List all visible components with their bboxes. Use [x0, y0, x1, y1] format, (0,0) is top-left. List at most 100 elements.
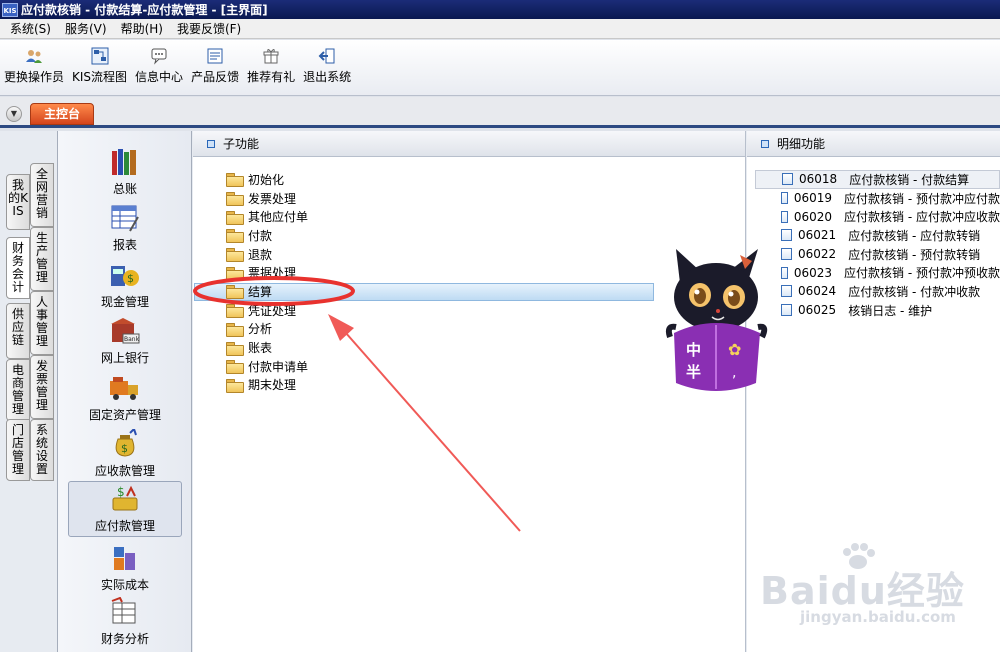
highlight-circle	[193, 276, 355, 306]
feedback-icon	[204, 46, 226, 66]
menu-bar: 系统(S) 服务(V) 帮助(H) 我要反馈(F)	[0, 19, 1000, 39]
folder-icon	[226, 229, 244, 244]
analysis-icon	[110, 595, 140, 627]
detail-item[interactable]: 06021 应付款核销 - 应付款转销	[755, 226, 1000, 245]
folder-icon	[226, 248, 244, 263]
detail-item[interactable]: 06019 应付款核销 - 预付款冲应付款	[755, 189, 1000, 208]
side-tab-invoice[interactable]: 发票管理	[30, 355, 54, 419]
watermark-small: jingyan.baidu.com	[800, 608, 956, 626]
side-tab-store[interactable]: 门店管理	[6, 419, 30, 481]
menu-service[interactable]: 服务(V)	[59, 20, 115, 37]
folder-item-refund[interactable]: 退款	[226, 245, 308, 264]
mascot-char-ban: 半	[686, 363, 701, 381]
exit-system-button[interactable]: 退出系统	[303, 46, 351, 85]
side-tab-ecommerce[interactable]: 电商管理	[6, 359, 30, 421]
title-bar: KIS 应付款核销 - 付款结算-应付款管理 - [主界面]	[0, 0, 1000, 19]
annotation-arrow-line	[337, 323, 521, 532]
folder-icon	[226, 173, 244, 188]
detail-item[interactable]: 06025 核销日志 - 维护	[755, 301, 1000, 320]
side-tabs: 我的KIS 财务会计 供应链 电商管理 门店管理 全网营销 生产管理 人事管理 …	[6, 131, 56, 652]
tab-main-console[interactable]: 主控台	[30, 103, 94, 125]
folder-item-invoice[interactable]: 发票处理	[226, 189, 308, 208]
module-receivables[interactable]: $ 应收款管理	[68, 427, 182, 483]
svg-text:Bank: Bank	[124, 336, 140, 343]
detail-item[interactable]: 06018 应付款核销 - 付款结算	[755, 170, 1000, 189]
module-payables[interactable]: $ 应付款管理	[68, 481, 182, 537]
folder-item-init[interactable]: 初始化	[226, 170, 308, 189]
subfunction-header: 子功能	[193, 131, 745, 157]
gift-icon	[260, 46, 282, 66]
switch-operator-button[interactable]: 更换操作员	[4, 46, 64, 85]
detail-item[interactable]: 06024 应付款核销 - 付款冲收款	[755, 282, 1000, 301]
tab-row: ▼ 主控台	[0, 97, 1000, 128]
baidu-watermark: Baidu经验 jingyan.baidu.com	[760, 543, 990, 640]
side-tab-system-settings[interactable]: 系统设置	[30, 419, 54, 481]
folder-icon	[226, 192, 244, 207]
product-feedback-button[interactable]: 产品反馈	[191, 46, 239, 85]
detail-item[interactable]: 06020 应付款核销 - 应付款冲应收款	[755, 207, 1000, 226]
module-fixed-assets[interactable]: 固定资产管理	[68, 371, 182, 427]
side-tab-hr[interactable]: 人事管理	[30, 291, 54, 355]
side-tab-production[interactable]: 生产管理	[30, 227, 54, 291]
document-icon	[781, 229, 792, 242]
module-cash-management[interactable]: $ 现金管理	[68, 258, 182, 314]
document-icon	[781, 192, 788, 205]
truck-icon	[108, 371, 142, 403]
detail-title: 明细功能	[777, 137, 826, 151]
menu-system[interactable]: 系统(S)	[4, 20, 59, 37]
svg-text:$: $	[117, 485, 125, 499]
module-general-ledger[interactable]: 总账	[68, 145, 182, 201]
document-icon	[781, 285, 792, 298]
chevron-down-icon[interactable]: ▼	[6, 106, 22, 122]
cost-blocks-icon	[110, 541, 140, 573]
report-icon	[110, 201, 140, 233]
side-tab-my-kis[interactable]: 我的KIS	[6, 174, 30, 230]
panel-header-icon	[207, 139, 215, 148]
folder-item-other-payable[interactable]: 其他应付单	[226, 207, 308, 226]
folder-icon	[226, 210, 244, 225]
document-icon	[781, 248, 792, 261]
annotation-overlay	[193, 276, 521, 532]
detail-item[interactable]: 06022 应付款核销 - 预付款转销	[755, 245, 1000, 264]
subfunction-title: 子功能	[223, 137, 260, 151]
watermark-big: Baidu经验	[760, 569, 965, 613]
flowchart-icon	[89, 46, 111, 66]
referral-gift-button[interactable]: 推荐有礼	[247, 46, 295, 85]
mascot-mark: ,	[732, 365, 736, 381]
mascot-cat-sticker: 中 半 ✿ ,	[665, 249, 768, 391]
bank-icon: Bank	[109, 314, 141, 346]
gear-icon: ✿	[728, 340, 741, 359]
kis-app-icon: KIS	[2, 2, 18, 17]
flowchart-button[interactable]: KIS流程图	[72, 46, 127, 85]
payable-icon: $	[109, 482, 141, 514]
menu-help[interactable]: 帮助(H)	[115, 20, 171, 37]
menu-feedback[interactable]: 我要反馈(F)	[171, 20, 249, 37]
document-icon	[781, 304, 792, 317]
side-tab-finance[interactable]: 财务会计	[6, 237, 30, 299]
module-panel: 总账 报表 $ 现金管理 Bank 网上银行 固定资产管理 $ 应收款管理 $ …	[57, 131, 192, 652]
detail-header: 明细功能	[747, 131, 1000, 157]
toolbar: 更换操作员 KIS流程图 信息中心 产品反馈 推荐有礼 退出系统	[0, 40, 1000, 96]
side-tab-supply-chain[interactable]: 供应链	[6, 303, 30, 359]
message-icon	[148, 46, 170, 66]
folder-item-payment[interactable]: 付款	[226, 226, 308, 245]
panel-header-icon	[761, 139, 769, 148]
document-icon	[781, 266, 788, 279]
detail-item[interactable]: 06023 应付款核销 - 预付款冲预收款	[755, 263, 1000, 282]
module-financial-analysis[interactable]: 财务分析	[68, 595, 182, 651]
detail-list: 06018 应付款核销 - 付款结算 06019 应付款核销 - 预付款冲应付款 0…	[755, 170, 1000, 320]
document-icon	[781, 210, 788, 223]
message-center-button[interactable]: 信息中心	[135, 46, 183, 85]
side-tab-marketing[interactable]: 全网营销	[30, 163, 54, 227]
module-actual-cost[interactable]: 实际成本	[68, 541, 182, 597]
user-switch-icon	[23, 46, 45, 66]
svg-text:$: $	[127, 272, 134, 285]
money-bag-icon: $	[110, 427, 140, 459]
ledger-books-icon	[110, 145, 140, 177]
exit-icon	[316, 46, 338, 66]
cash-icon: $	[109, 258, 141, 290]
module-online-banking[interactable]: Bank 网上银行	[68, 314, 182, 370]
window-title: 应付款核销 - 付款结算-应付款管理 - [主界面]	[21, 3, 268, 17]
module-reports[interactable]: 报表	[68, 201, 182, 257]
document-icon	[782, 173, 793, 186]
